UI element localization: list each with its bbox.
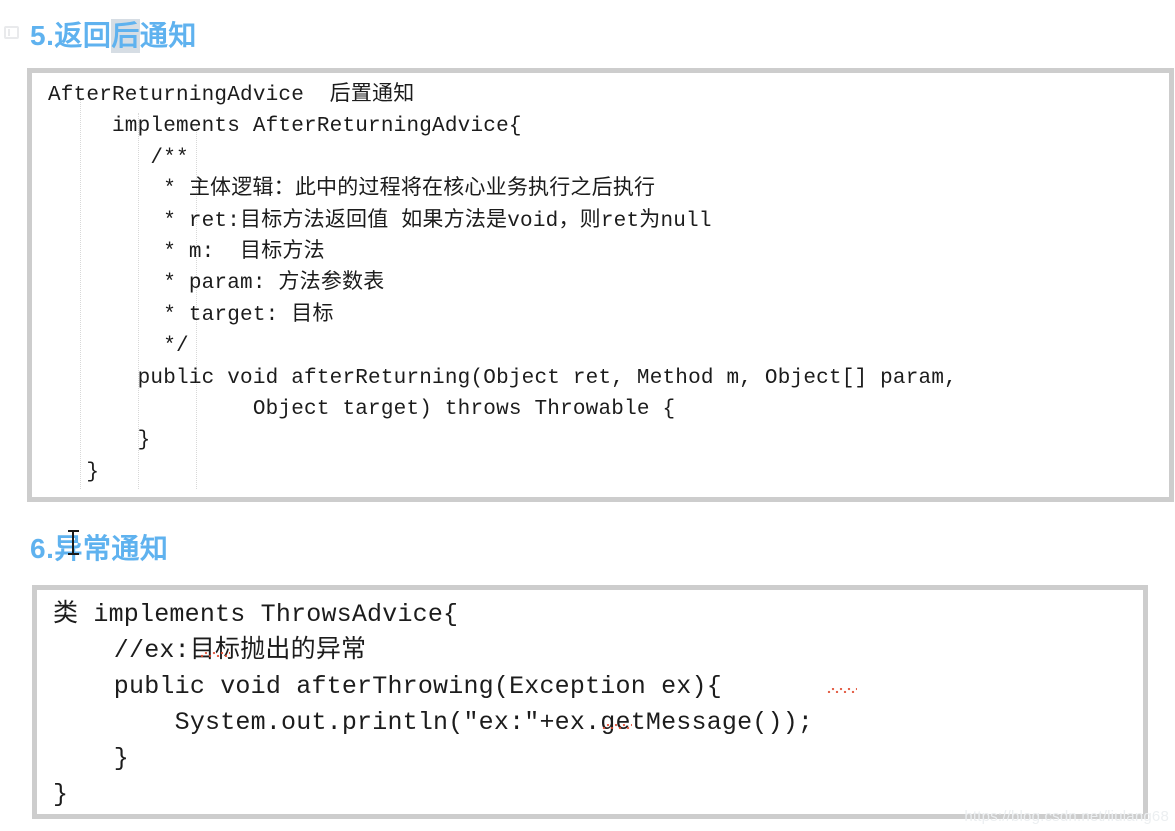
- heading-6-prefix: 6.: [30, 533, 55, 564]
- heading-5-prefix: 5.返回: [30, 20, 112, 51]
- code-block-after-returning-advice[interactable]: AfterReturningAdvice 后置通知 implements Aft…: [27, 68, 1174, 502]
- spellcheck-squiggle: [200, 652, 230, 657]
- page-title-section-6: 6.异常通知: [30, 532, 168, 566]
- page-title-section-5: 5.返回后通知: [30, 19, 197, 53]
- spellcheck-squiggle: [827, 688, 857, 693]
- heading-5-suffix: 通知: [139, 20, 197, 51]
- code-text: 类 implements ThrowsAdvice{ //ex:目标抛出的异常 …: [53, 600, 814, 809]
- code-text: AfterReturningAdvice 后置通知 implements Aft…: [48, 84, 957, 484]
- heading-6-suffix: 异常通知: [54, 533, 169, 564]
- code-block-throws-advice[interactable]: 类 implements ThrowsAdvice{ //ex:目标抛出的异常 …: [32, 585, 1148, 819]
- heading-5-selected-text[interactable]: 后: [111, 19, 140, 53]
- document-outline-icon: [4, 26, 19, 39]
- spellcheck-squiggle: [602, 724, 632, 729]
